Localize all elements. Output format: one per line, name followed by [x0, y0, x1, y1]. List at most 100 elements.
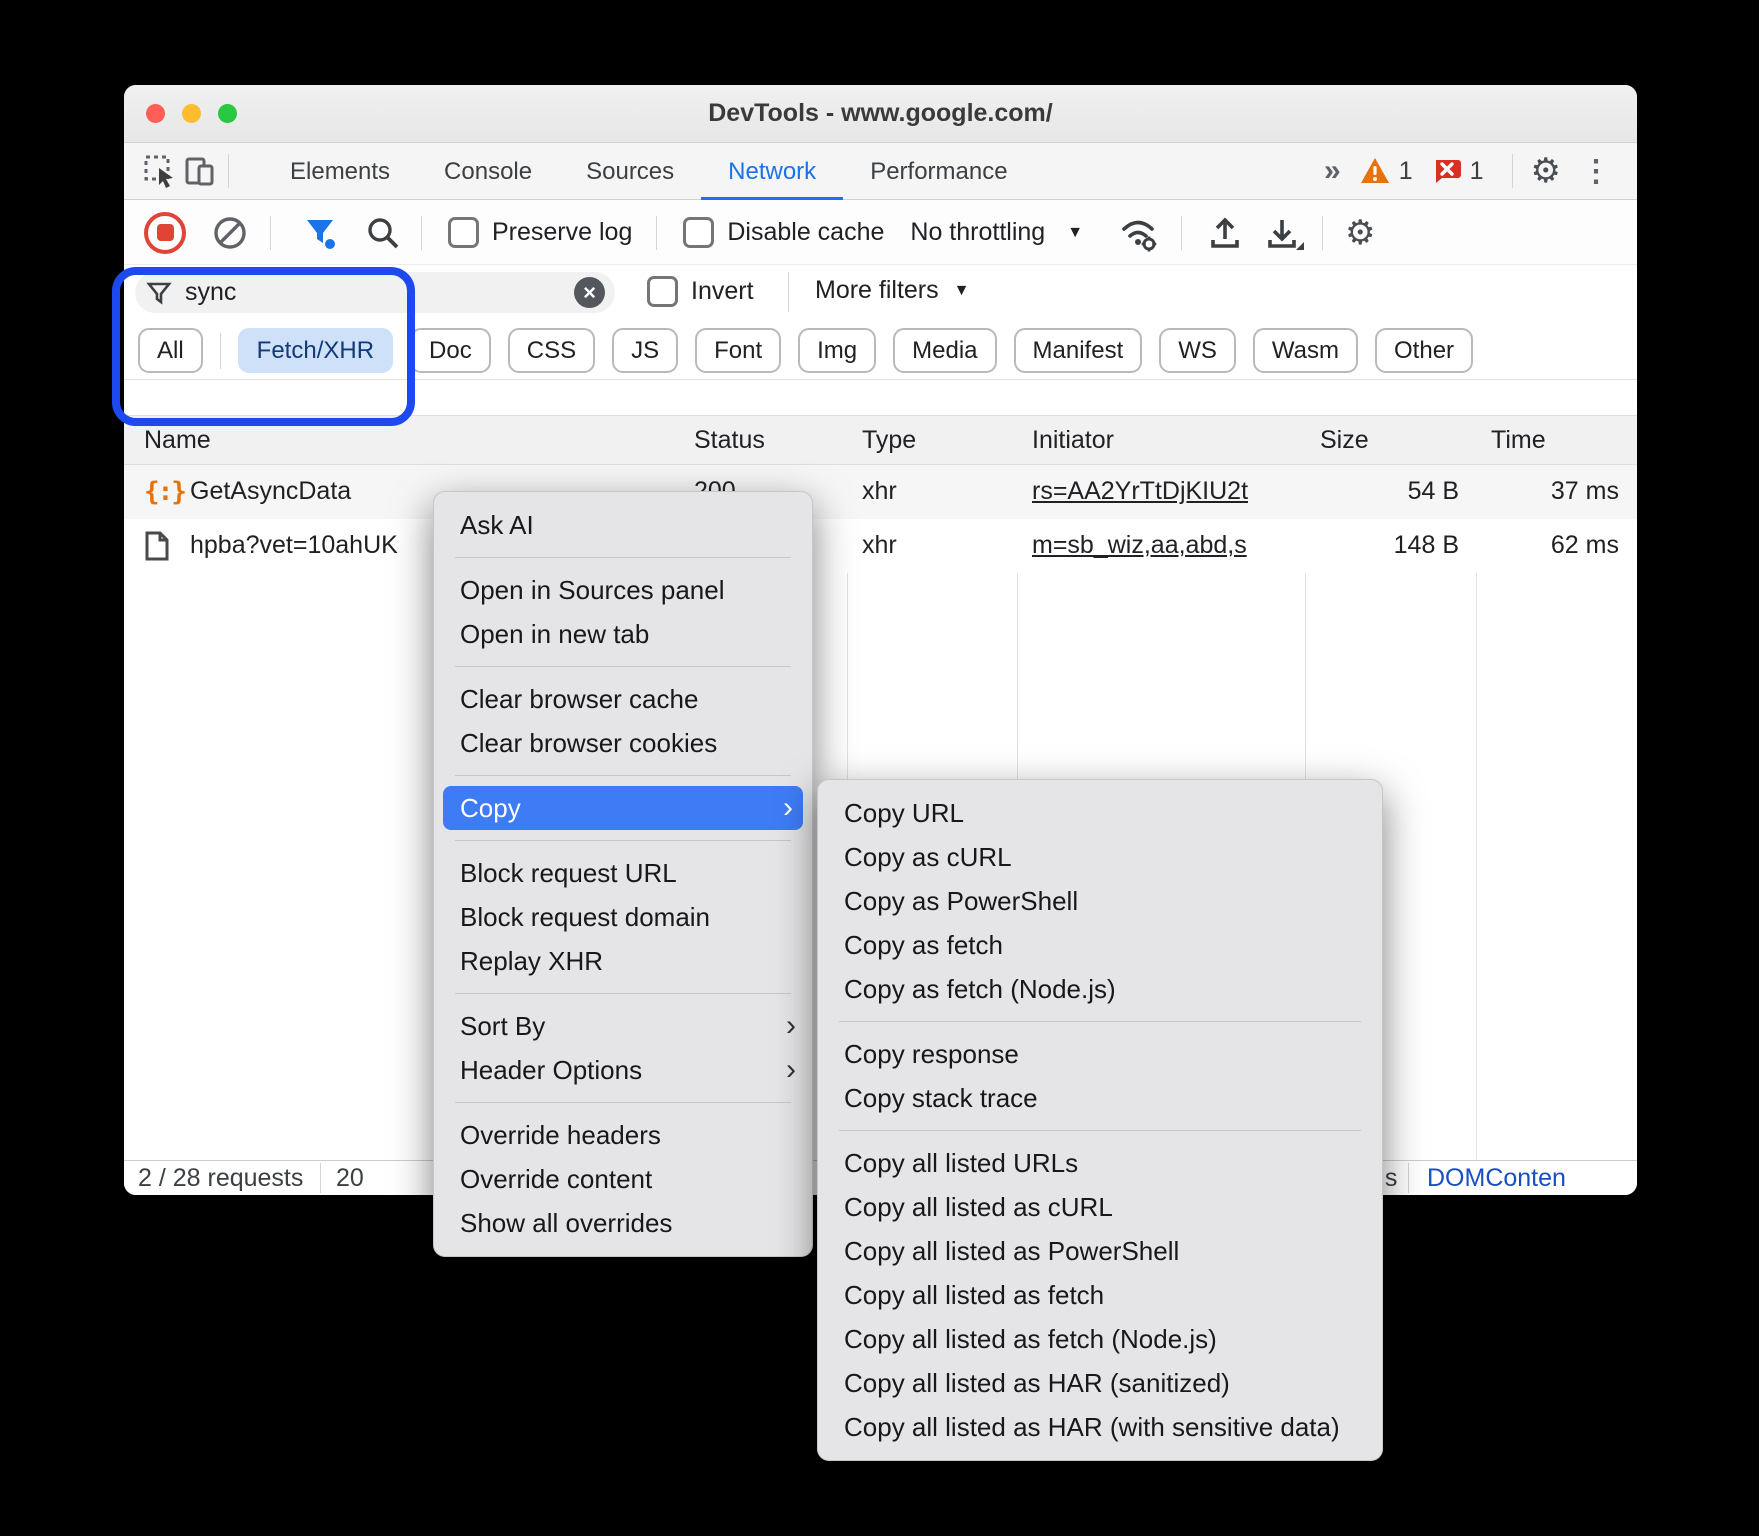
zoom-window-button[interactable]	[218, 104, 237, 123]
preserve-log-control: Preserve log	[448, 217, 632, 248]
menu-item-copy-as-fetch-nodejs[interactable]: Copy as fetch (Node.js)	[818, 967, 1382, 1011]
menu-item-copy-all-listed-as-har-sanitized[interactable]: Copy all listed as HAR (sanitized)	[818, 1361, 1382, 1405]
tab-elements[interactable]: Elements	[263, 143, 417, 200]
menu-item-header-options[interactable]: Header Options ›	[434, 1048, 812, 1092]
menu-item-open-in-sources[interactable]: Open in Sources panel	[434, 568, 812, 612]
menu-item-sort-by[interactable]: Sort By ›	[434, 1004, 812, 1048]
settings-gear-icon[interactable]: ⚙	[1531, 151, 1561, 191]
table-row-getasyncdata[interactable]: {:} GetAsyncData 200 xhr rs=AA2YrTtDjKIU…	[124, 465, 1637, 519]
network-settings-gear-icon[interactable]: ⚙	[1345, 213, 1375, 253]
chevron-down-icon: ▼	[1067, 224, 1083, 242]
disable-cache-checkbox[interactable]	[683, 217, 714, 248]
chip-media[interactable]: Media	[893, 328, 996, 373]
warning-triangle-icon	[1360, 157, 1390, 185]
upload-icon	[1206, 214, 1244, 252]
download-icon	[1264, 214, 1304, 252]
menu-item-copy-all-listed-urls[interactable]: Copy all listed URLs	[818, 1141, 1382, 1185]
divider	[228, 154, 229, 188]
request-initiator-link[interactable]: m=sb_wiz,aa,abd,s	[1032, 531, 1247, 560]
chip-js[interactable]: JS	[612, 328, 678, 373]
menu-item-block-request-url[interactable]: Block request URL	[434, 851, 812, 895]
close-window-button[interactable]	[146, 104, 165, 123]
table-row-hpba[interactable]: hpba?vet=10ahUK xhr m=sb_wiz,aa,abd,s 14…	[124, 519, 1637, 573]
record-network-log-button[interactable]	[144, 212, 186, 254]
more-filters-dropdown[interactable]: More filters ▼	[815, 276, 969, 305]
chip-all[interactable]: All	[138, 328, 203, 373]
menu-item-clear-browser-cookies[interactable]: Clear browser cookies	[434, 721, 812, 765]
chip-manifest[interactable]: Manifest	[1014, 328, 1143, 373]
divider	[656, 216, 657, 250]
chip-img[interactable]: Img	[798, 328, 876, 373]
tab-sources[interactable]: Sources	[559, 143, 701, 200]
minimize-window-button[interactable]	[182, 104, 201, 123]
column-header-name[interactable]: Name	[144, 426, 211, 455]
request-size: 54 B	[1408, 477, 1459, 506]
menu-item-copy-url[interactable]: Copy URL	[818, 791, 1382, 835]
fetch-xhr-icon: {:}	[144, 477, 185, 507]
menu-item-replay-xhr[interactable]: Replay XHR	[434, 939, 812, 983]
menu-item-copy-all-listed-as-fetch[interactable]: Copy all listed as fetch	[818, 1273, 1382, 1317]
tab-console[interactable]: Console	[417, 143, 559, 200]
menu-item-override-content[interactable]: Override content	[434, 1157, 812, 1201]
menu-item-copy[interactable]: Copy ›	[443, 786, 803, 830]
menu-item-show-all-overrides[interactable]: Show all overrides	[434, 1201, 812, 1245]
import-har-button[interactable]	[1206, 214, 1244, 252]
menu-item-copy-stack-trace[interactable]: Copy stack trace	[818, 1076, 1382, 1120]
device-toolbar-icon[interactable]	[180, 151, 220, 191]
export-har-button[interactable]	[1264, 214, 1304, 252]
column-header-size[interactable]: Size	[1320, 426, 1369, 455]
menu-item-copy-all-listed-as-curl[interactable]: Copy all listed as cURL	[818, 1185, 1382, 1229]
chip-ws[interactable]: WS	[1159, 328, 1236, 373]
disable-cache-control: Disable cache	[683, 217, 884, 248]
chip-font[interactable]: Font	[695, 328, 781, 373]
search-icon	[365, 215, 401, 251]
menu-item-open-in-new-tab[interactable]: Open in new tab	[434, 612, 812, 656]
chip-fetch-xhr[interactable]: Fetch/XHR	[238, 328, 393, 373]
invert-checkbox[interactable]	[647, 276, 678, 307]
filter-input[interactable]: sync ×	[135, 272, 615, 313]
request-name[interactable]: hpba?vet=10ahUK	[190, 531, 398, 560]
chip-wasm[interactable]: Wasm	[1253, 328, 1358, 373]
request-type-chips: All Fetch/XHR Doc CSS JS Font Img Media …	[138, 328, 1473, 373]
column-header-type[interactable]: Type	[862, 426, 916, 455]
menu-item-copy-response[interactable]: Copy response	[818, 1032, 1382, 1076]
menu-item-header-options-label: Header Options	[460, 1055, 642, 1085]
menu-item-override-headers[interactable]: Override headers	[434, 1113, 812, 1157]
chip-css[interactable]: CSS	[508, 328, 595, 373]
network-conditions-icon	[1119, 213, 1161, 253]
menu-item-ask-ai[interactable]: Ask AI	[434, 503, 812, 547]
column-header-time[interactable]: Time	[1491, 426, 1546, 455]
request-initiator-link[interactable]: rs=AA2YrTtDjKIU2t	[1032, 477, 1248, 506]
inspect-element-icon[interactable]	[140, 151, 180, 191]
menu-item-copy-all-listed-as-powershell[interactable]: Copy all listed as PowerShell	[818, 1229, 1382, 1273]
document-icon	[144, 531, 170, 561]
menu-item-copy-as-powershell[interactable]: Copy as PowerShell	[818, 879, 1382, 923]
preserve-log-checkbox[interactable]	[448, 217, 479, 248]
more-tabs-icon[interactable]: »	[1324, 154, 1338, 188]
column-header-initiator[interactable]: Initiator	[1032, 426, 1114, 455]
menu-item-copy-all-listed-as-har-sensitive[interactable]: Copy all listed as HAR (with sensitive d…	[818, 1405, 1382, 1449]
filter-toggle-button[interactable]	[301, 214, 339, 252]
search-button[interactable]	[365, 215, 401, 251]
kebab-menu-icon[interactable]: ⋮	[1571, 154, 1621, 189]
clear-filter-button[interactable]: ×	[574, 277, 605, 308]
column-header-status[interactable]: Status	[694, 426, 765, 455]
menu-item-block-request-domain[interactable]: Block request domain	[434, 895, 812, 939]
menu-item-copy-all-listed-as-fetch-nodejs[interactable]: Copy all listed as fetch (Node.js)	[818, 1317, 1382, 1361]
invert-label: Invert	[691, 277, 754, 306]
issues-badge[interactable]: 1	[1433, 157, 1484, 186]
divider	[320, 1163, 321, 1193]
menu-item-clear-browser-cache[interactable]: Clear browser cache	[434, 677, 812, 721]
throttling-select[interactable]: No throttling ▼	[910, 218, 1083, 247]
tab-network[interactable]: Network	[701, 143, 843, 200]
network-conditions-button[interactable]	[1119, 213, 1161, 253]
menu-item-copy-as-curl[interactable]: Copy as cURL	[818, 835, 1382, 879]
chip-other[interactable]: Other	[1375, 328, 1473, 373]
warnings-badge[interactable]: 1	[1360, 157, 1413, 186]
clear-network-log-button[interactable]	[212, 215, 248, 251]
tab-performance[interactable]: Performance	[843, 143, 1034, 200]
menu-item-copy-as-fetch[interactable]: Copy as fetch	[818, 923, 1382, 967]
chip-doc[interactable]: Doc	[410, 328, 491, 373]
request-name[interactable]: GetAsyncData	[190, 477, 351, 506]
divider	[220, 333, 221, 369]
